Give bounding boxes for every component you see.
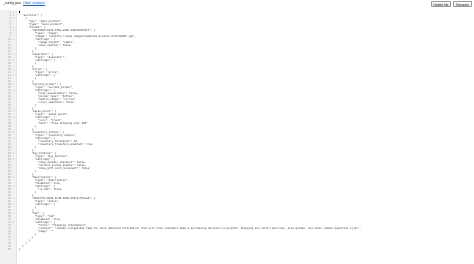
file-name: _config.json — [3, 1, 22, 5]
rename-button[interactable]: Rename — [453, 1, 472, 7]
fold-toggle-icon[interactable]: ▾ — [13, 83, 14, 86]
fold-toggle-icon[interactable]: ▾ — [13, 203, 14, 206]
code-editor[interactable]: 1 ▾ 2 ▾ 3 ▾ 4 5 6 ▾ 7 ▾ 8 9 10 ▾ 11 12 13 14 15 ▾ 16 17 ▾ 18 19 20 ▾… — [0, 10, 474, 264]
fold-toggle-icon[interactable]: ▾ — [13, 53, 14, 56]
fold-toggle-icon[interactable]: ▾ — [13, 29, 14, 32]
fold-toggle-icon[interactable]: ▾ — [13, 212, 14, 215]
fold-toggle-icon[interactable]: ▾ — [13, 197, 14, 200]
fold-toggle-icon[interactable]: ▾ — [13, 131, 14, 134]
delete-file-button[interactable]: Delete file — [431, 1, 451, 7]
fold-toggle-icon[interactable]: ▾ — [13, 176, 14, 179]
file-header: _config.json Older versions Delete file … — [0, 0, 474, 10]
fold-toggle-icon[interactable]: ▾ — [13, 68, 14, 71]
older-versions-link[interactable]: Older versions — [23, 1, 45, 6]
fold-toggle-icon[interactable]: ▾ — [13, 152, 14, 155]
fold-toggle-icon[interactable]: ▾ — [13, 59, 14, 62]
fold-toggle-icon[interactable]: ▾ — [13, 110, 14, 113]
fold-toggle-icon[interactable]: ▾ — [13, 17, 14, 20]
fold-toggle-icon[interactable]: ▾ — [13, 116, 14, 119]
fold-toggle-icon[interactable]: ▾ — [13, 221, 14, 224]
fold-toggle-icon[interactable]: ▾ — [13, 137, 14, 140]
file-editor-page: _config.json Older versions Delete file … — [0, 0, 474, 264]
code-line[interactable]: } — [19, 248, 21, 251]
fold-toggle-icon[interactable]: ▾ — [13, 38, 14, 41]
fold-toggle-icon[interactable]: ▾ — [13, 74, 14, 77]
line-number: 80 — [7, 247, 11, 251]
text-cursor — [19, 10, 20, 13]
fold-toggle-icon[interactable]: ▾ — [13, 185, 14, 188]
line-number-gutter: 1 ▾ 2 ▾ 3 ▾ 4 5 6 ▾ 7 ▾ 8 9 10 ▾ 11 12 13 14 15 ▾ 16 17 ▾ 18 19 20 ▾… — [0, 10, 17, 264]
code-line[interactable]: "content": "<p>Use collapsible tabs for … — [19, 227, 361, 230]
fold-toggle-icon[interactable]: ▾ — [13, 158, 14, 161]
fold-toggle-icon[interactable]: ▾ — [13, 89, 14, 92]
